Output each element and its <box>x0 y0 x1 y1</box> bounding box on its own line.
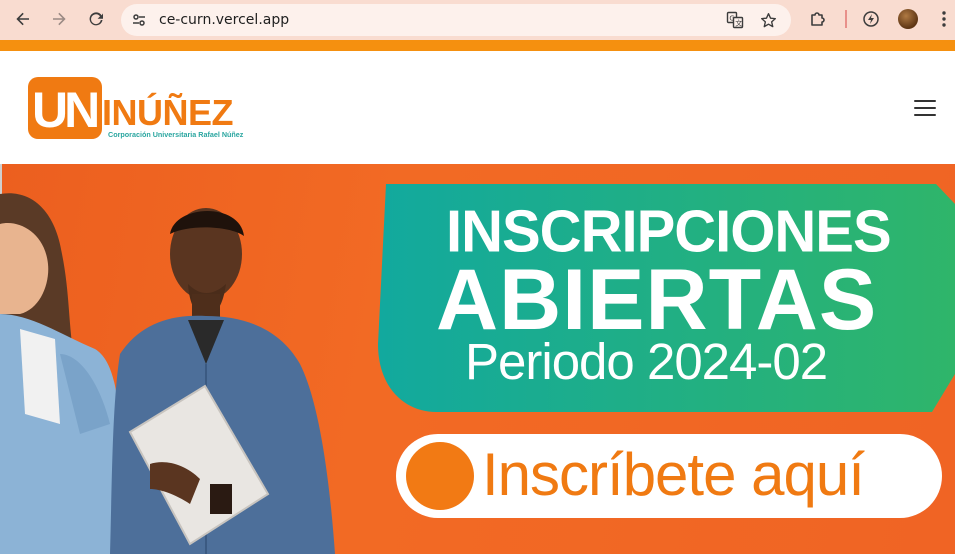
logo-tagline: Corporación Universitaria Rafael Núñez <box>108 130 244 139</box>
address-bar[interactable]: ce-curn.vercel.app G 文 <box>121 4 791 36</box>
hamburger-icon <box>914 100 936 102</box>
top-accent-stripe <box>0 40 955 51</box>
hero-banner: INSCRIPCIONES ABIERTAS Periodo 2024-02 I… <box>0 164 955 554</box>
arrow-left-icon <box>16 12 29 26</box>
lightning-icon <box>863 11 879 27</box>
university-logo[interactable]: UN INÚÑEZ Corporación Universitaria Rafa… <box>26 75 256 143</box>
tune-icon <box>133 14 145 26</box>
url-text[interactable]: ce-curn.vercel.app <box>159 12 289 28</box>
hamburger-icon-bar <box>914 107 936 109</box>
extensions-button[interactable] <box>807 8 829 30</box>
back-button[interactable] <box>11 7 35 31</box>
forward-button[interactable] <box>47 7 71 31</box>
star-icon <box>760 12 776 27</box>
translate-icon: G 文 <box>726 11 744 29</box>
performance-button[interactable] <box>860 8 882 30</box>
hamburger-icon-bar <box>914 114 936 116</box>
cta-circle-icon <box>406 442 474 510</box>
logo-mark: UN <box>32 82 97 138</box>
reload-button[interactable] <box>84 7 108 31</box>
enroll-button[interactable]: Inscríbete aquí <box>396 434 942 518</box>
arrow-right-icon <box>53 12 66 26</box>
bookmark-button[interactable] <box>758 10 778 30</box>
browser-toolbar: ce-curn.vercel.app G 文 <box>0 0 955 40</box>
puzzle-icon <box>811 12 825 26</box>
logo-name: INÚÑEZ <box>102 91 233 133</box>
translate-button[interactable]: G 文 <box>725 10 745 30</box>
period-label: Periodo 2024-02 <box>465 333 828 390</box>
three-dots-icon <box>942 11 946 27</box>
menu-toggle-button[interactable] <box>914 100 936 116</box>
svg-text:文: 文 <box>735 19 742 28</box>
site-info-button[interactable] <box>129 10 149 30</box>
students-photo <box>0 193 335 554</box>
profile-avatar[interactable] <box>898 9 918 29</box>
enroll-button-label: Inscríbete aquí <box>482 441 865 508</box>
toolbar-divider <box>845 10 847 28</box>
site-header: UN INÚÑEZ Corporación Universitaria Rafa… <box>0 51 955 164</box>
browser-menu-button[interactable] <box>933 8 955 30</box>
reload-icon <box>89 12 103 26</box>
